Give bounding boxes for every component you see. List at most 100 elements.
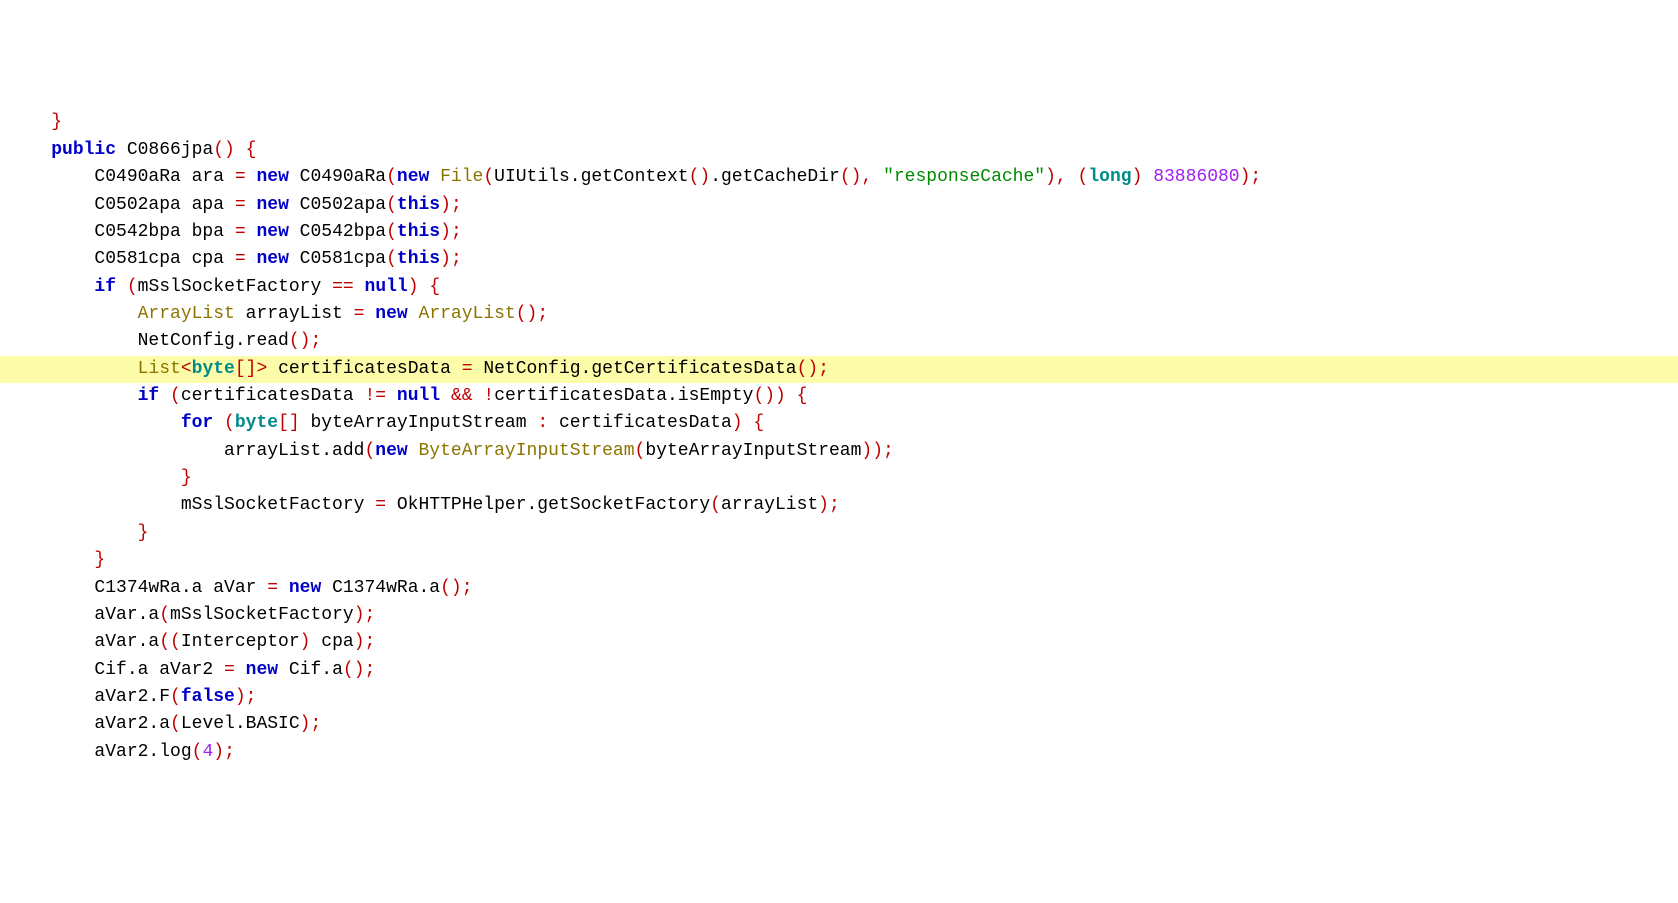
token-type: File <box>440 167 483 187</box>
token-paren: ) <box>213 742 224 762</box>
token-op: : <box>537 413 548 433</box>
code-line: mSslSocketFactory = OkHTTPHelper.getSock… <box>0 492 1678 519</box>
token-paren: ( <box>386 195 397 215</box>
code-line: } <box>0 109 1678 136</box>
token-semi: ; <box>883 441 894 461</box>
token-op: = <box>375 495 386 515</box>
token-paren: ( <box>483 167 494 187</box>
token-semi: ; <box>829 495 840 515</box>
token-type: List <box>138 359 181 379</box>
token-paren: )) <box>861 441 883 461</box>
token-generic: byte <box>235 413 278 433</box>
code-line: if (certificatesData != null && !certifi… <box>0 383 1678 410</box>
token-op: < <box>181 359 192 379</box>
token-thiskw: this <box>397 249 440 269</box>
token-op: = <box>354 304 365 324</box>
code-line: ArrayList arrayList = new ArrayList(); <box>0 301 1678 328</box>
token-newkw: new <box>256 167 288 187</box>
code-line: arrayList.add(new ByteArrayInputStream(b… <box>0 438 1678 465</box>
token-op: = <box>267 578 278 598</box>
token-str: "responseCache" <box>883 167 1045 187</box>
token-brace: { <box>753 413 764 433</box>
token-semi: ; <box>451 249 462 269</box>
token-brace: { <box>246 140 257 160</box>
token-brace: { <box>429 277 440 297</box>
token-op: [] <box>278 413 300 433</box>
token-op: , <box>861 167 872 187</box>
token-semi: ; <box>1250 167 1261 187</box>
token-paren: ) <box>1132 167 1143 187</box>
code-line: aVar2.log(4); <box>0 739 1678 766</box>
token-op: = <box>224 660 235 680</box>
token-paren: ( <box>127 277 138 297</box>
token-paren: () <box>343 660 365 680</box>
code-line: aVar.a(mSslSocketFactory); <box>0 602 1678 629</box>
token-paren: ( <box>364 441 375 461</box>
token-paren: ) <box>354 632 365 652</box>
token-thiskw: this <box>397 222 440 242</box>
token-paren: ( <box>170 687 181 707</box>
token-op: = <box>235 249 246 269</box>
code-line: C0490aRa ara = new C0490aRa(new File(UIU… <box>0 164 1678 191</box>
token-paren: ) <box>1045 167 1056 187</box>
token-paren: () <box>289 331 311 351</box>
token-semi: ; <box>224 742 235 762</box>
token-op: = <box>235 195 246 215</box>
token-paren: ) <box>732 413 743 433</box>
token-op: ! <box>483 386 494 406</box>
token-num: 83886080 <box>1153 167 1239 187</box>
token-newkw: new <box>375 441 407 461</box>
token-op: && <box>451 386 473 406</box>
code-line: C0581cpa cpa = new C0581cpa(this); <box>0 246 1678 273</box>
token-paren: ( <box>159 605 170 625</box>
code-line: aVar2.a(Level.BASIC); <box>0 711 1678 738</box>
code-viewer: } public C0866jpa() { C0490aRa ara = new… <box>0 109 1678 766</box>
token-kw: public <box>51 140 116 160</box>
token-paren: ( <box>386 222 397 242</box>
token-paren: ( <box>224 413 235 433</box>
token-newkw: new <box>256 195 288 215</box>
token-semi: ; <box>365 605 376 625</box>
token-nullkw: null <box>397 386 440 406</box>
code-line: } <box>0 520 1678 547</box>
token-paren: ) <box>440 195 451 215</box>
token-newkw: new <box>256 222 288 242</box>
token-semi: ; <box>537 304 548 324</box>
token-paren: ) <box>818 495 829 515</box>
token-paren: (( <box>159 632 181 652</box>
token-kw: if <box>94 277 116 297</box>
token-type: ByteArrayInputStream <box>419 441 635 461</box>
token-paren: ( <box>635 441 646 461</box>
token-kw: for <box>181 413 213 433</box>
token-semi: ; <box>451 195 462 215</box>
token-newkw: new <box>397 167 429 187</box>
token-generic: long <box>1088 167 1131 187</box>
token-newkw: new <box>246 660 278 680</box>
code-line: C0502apa apa = new C0502apa(this); <box>0 192 1678 219</box>
code-line: public C0866jpa() { <box>0 137 1678 164</box>
token-op: = <box>235 222 246 242</box>
token-paren: () <box>840 167 862 187</box>
token-paren: ) <box>408 277 419 297</box>
code-line: aVar.a((Interceptor) cpa); <box>0 629 1678 656</box>
token-brace: { <box>797 386 808 406</box>
token-paren: ( <box>170 714 181 734</box>
token-op: , <box>1056 167 1067 187</box>
token-paren: ) <box>300 714 311 734</box>
code-line: List<byte[]> certificatesData = NetConfi… <box>0 356 1678 383</box>
code-line: C1374wRa.a aVar = new C1374wRa.a(); <box>0 575 1678 602</box>
code-line: aVar2.F(false); <box>0 684 1678 711</box>
token-paren: ) <box>1240 167 1251 187</box>
token-paren: ( <box>1078 167 1089 187</box>
token-semi: ; <box>310 714 321 734</box>
token-num: 4 <box>202 742 213 762</box>
token-type: ArrayList <box>138 304 235 324</box>
token-paren: () <box>440 578 462 598</box>
token-generic: byte <box>192 359 235 379</box>
token-paren: ( <box>192 742 203 762</box>
token-paren: ()) <box>753 386 785 406</box>
token-op: == <box>332 277 354 297</box>
token-paren: () <box>213 140 235 160</box>
code-line: Cif.a aVar2 = new Cif.a(); <box>0 657 1678 684</box>
token-newkw: new <box>256 249 288 269</box>
